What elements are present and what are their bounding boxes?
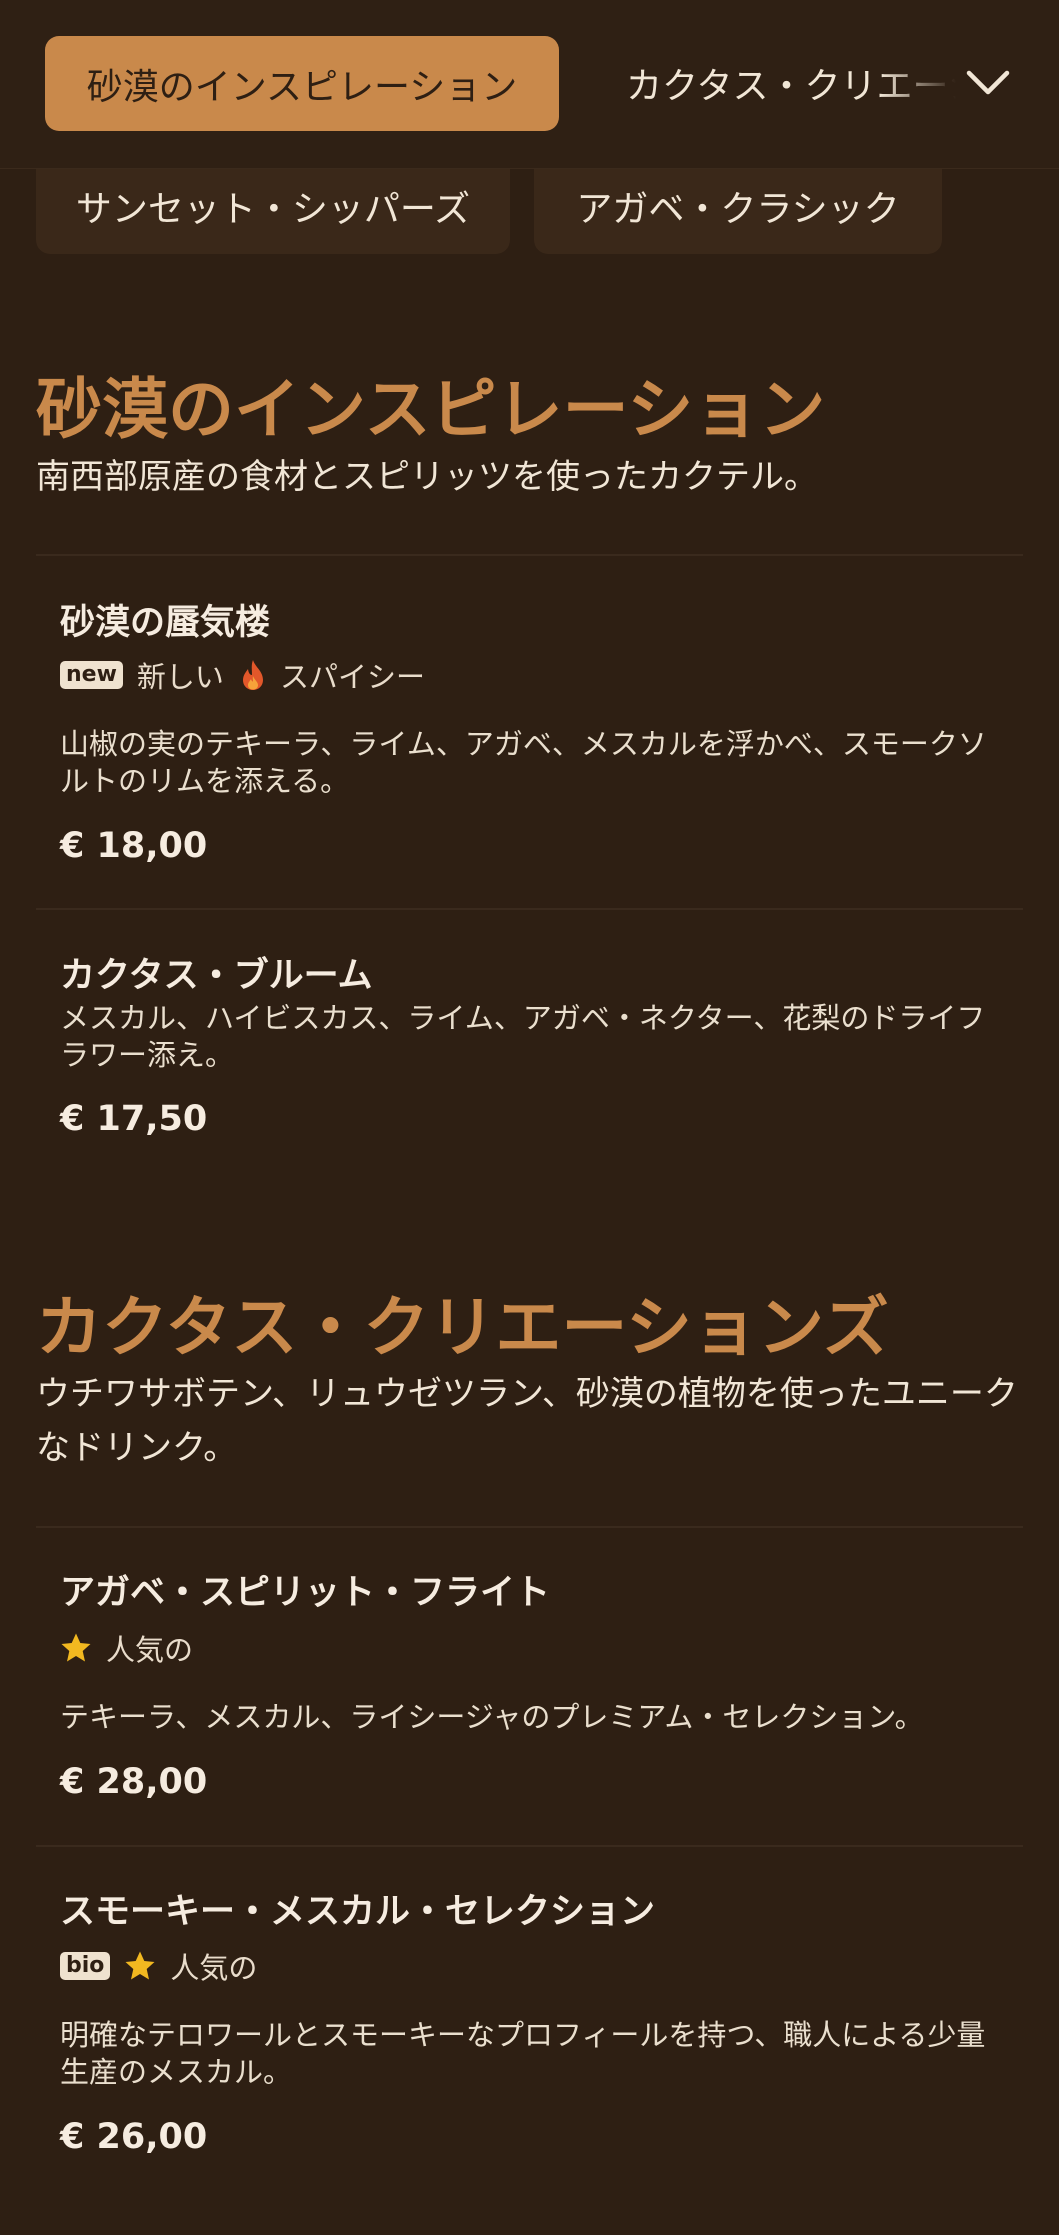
star-icon — [60, 1632, 92, 1664]
menu-item-name[interactable]: アガベ・スピリット・フライト — [60, 1564, 550, 1615]
divider — [36, 908, 1023, 910]
category-nav: 砂漠のインスピレーション カクタス・クリエーションズ — [0, 0, 1059, 169]
menu-item-price: € 18,00 — [60, 826, 208, 866]
menu-item-tags: new 新しい スパイシー — [60, 655, 425, 695]
divider — [36, 554, 1023, 556]
new-badge: new — [60, 661, 123, 689]
category-chip-agave-classics[interactable]: アガベ・クラシック — [534, 158, 942, 254]
tab-desert-inspiration[interactable]: 砂漠のインスピレーション — [45, 36, 559, 131]
divider — [36, 1845, 1023, 1847]
section-title: 砂漠のインスピレーション — [36, 371, 826, 448]
menu-item-price: € 28,00 — [60, 1762, 208, 1802]
menu-item-price: € 26,00 — [60, 2117, 208, 2157]
menu-item-description: 山椒の実のテキーラ、ライム、アガベ、メスカルを浮かべ、スモークソルトのリムを添え… — [60, 727, 987, 798]
new-label: 新しい — [136, 660, 224, 694]
menu-item-description: テキーラ、メスカル、ライシージャのプレミアム・セレクション。 — [60, 1700, 924, 1734]
divider — [36, 1526, 1023, 1528]
menu-item-name[interactable]: 砂漠の蜃気楼 — [60, 594, 270, 645]
menu-item-tags: bio 人気の — [60, 1946, 257, 1986]
tab-scroll-fade — [880, 40, 956, 128]
menu-item-name[interactable]: カクタス・ブルーム — [60, 947, 373, 998]
bio-badge: bio — [60, 1952, 111, 1980]
popular-label: 人気の — [170, 1951, 258, 1985]
flame-icon — [240, 659, 266, 691]
menu-item-name[interactable]: スモーキー・メスカル・セレクション — [60, 1883, 655, 1934]
star-icon — [124, 1950, 156, 1982]
menu-item-description: 明確なテロワールとスモーキーなプロフィールを持つ、職人による少量生産のメスカル。 — [60, 2018, 986, 2089]
spicy-label: スパイシー — [279, 660, 425, 694]
section-title: カクタス・クリエーションズ — [36, 1289, 889, 1366]
popular-label: 人気の — [106, 1633, 194, 1667]
category-chip-sunset-sippers[interactable]: サンセット・シッパーズ — [36, 158, 510, 254]
menu-item-price: € 17,50 — [60, 1099, 208, 1139]
menu-page: 砂漠のインスピレーション カクタス・クリエーションズ サンセット・シッパーズ ア… — [0, 0, 1059, 2235]
section-description: 南西部原産の食材とスピリッツを使ったカクテル。 — [36, 457, 818, 497]
section-description: ウチワサボテン、リュウゼツラン、砂漠の植物を使ったユニークなドリンク。 — [36, 1374, 1018, 1468]
category-dropdown-list: サンセット・シッパーズ アガベ・クラシック — [0, 158, 1059, 254]
chevron-down-icon[interactable] — [960, 58, 1016, 108]
menu-item-description: メスカル、ハイビスカス、ライム、アガベ・ネクター、花梨のドライフラワー添え。 — [60, 1001, 986, 1072]
menu-item-tags: 人気の — [60, 1628, 193, 1668]
